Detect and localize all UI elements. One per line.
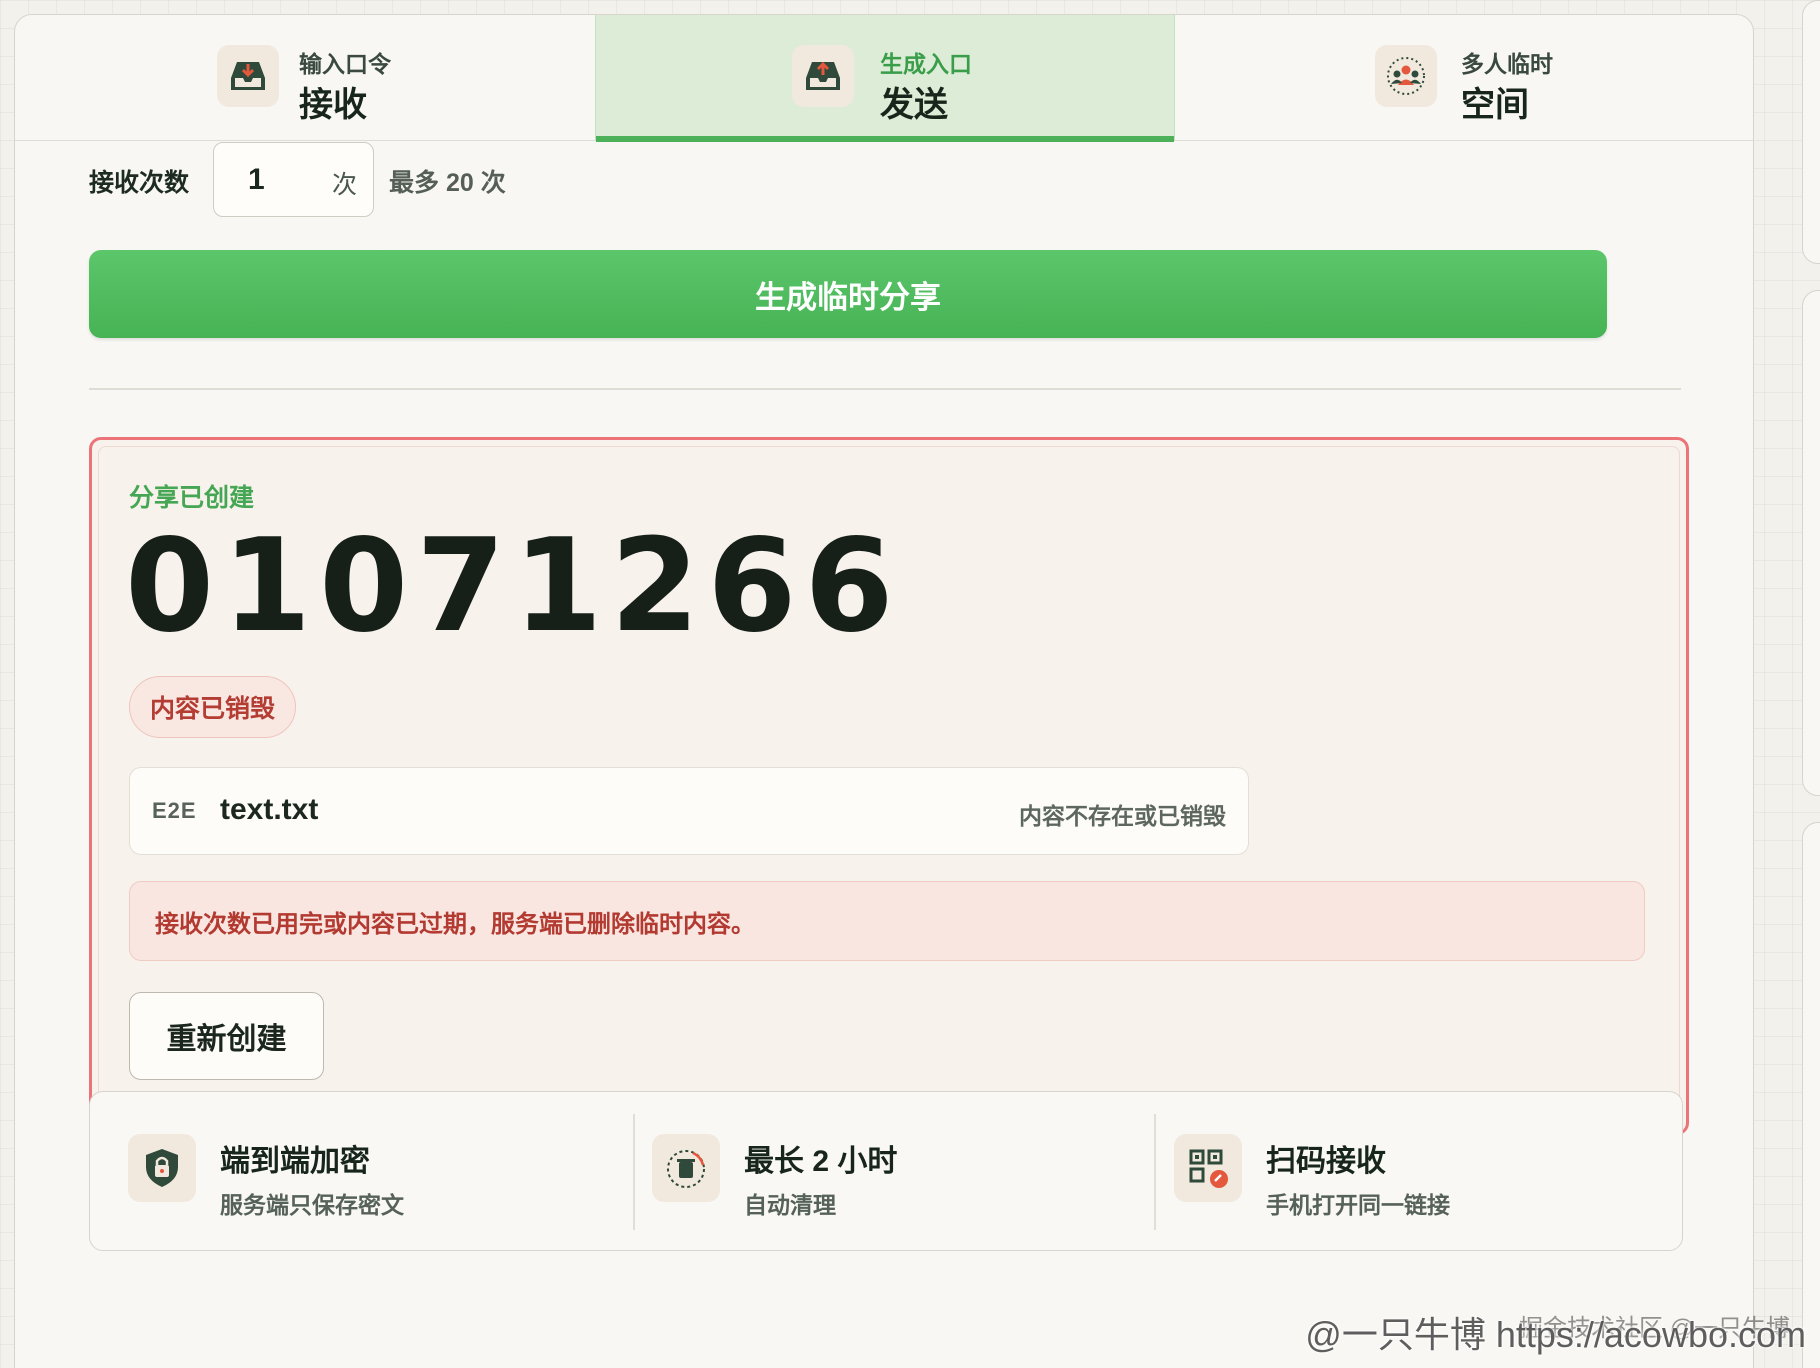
file-status: 内容不存在或已销毁: [1019, 803, 1226, 829]
shield-lock-icon: [128, 1134, 196, 1202]
side-card-2: [1802, 290, 1820, 796]
share-code: 01071266: [125, 512, 902, 661]
share-result-card: 分享已创建 01071266 内容已销毁 E2E text.txt 内容不存在或…: [89, 437, 1689, 1135]
feature-expire-title: 最长 2 小时: [744, 1145, 898, 1178]
watermark: @一只牛博 https://acowbo.com: [1305, 1314, 1806, 1355]
trash-timer-icon: [652, 1134, 720, 1202]
feature-expire: 最长 2 小时 自动清理: [614, 1092, 1134, 1252]
tab-send-title: 发送: [880, 86, 948, 124]
feature-scan-title: 扫码接收: [1266, 1145, 1386, 1178]
group-icon: [1375, 45, 1437, 107]
expired-alert: 接收次数已用完或内容已过期，服务端已删除临时内容。: [129, 881, 1645, 961]
feature-bar: 端到端加密 服务端只保存密文 最长 2 小时 自动清理 扫码接收 手机打开同一链…: [89, 1091, 1683, 1251]
tab-receive-title: 接收: [299, 86, 367, 124]
feature-e2e-title: 端到端加密: [220, 1145, 370, 1178]
share-panel: 输入口令 接收 生成入口 发送 多人临时 空间 接收次数 1 次 最多 20 次…: [14, 14, 1754, 1368]
mode-tabs: 输入口令 接收 生成入口 发送 多人临时 空间: [15, 15, 1753, 142]
tab-receive-caption: 输入口令: [299, 51, 391, 77]
feature-scan: 扫码接收 手机打开同一链接: [1136, 1092, 1676, 1252]
side-card-1: [1802, 0, 1820, 264]
recreate-button[interactable]: 重新创建: [129, 992, 324, 1080]
file-name: text.txt: [220, 793, 319, 826]
receive-count-label: 接收次数: [89, 169, 190, 197]
feature-expire-sub: 自动清理: [744, 1192, 836, 1218]
feature-e2e: 端到端加密 服务端只保存密文: [90, 1092, 610, 1252]
tab-send[interactable]: 生成入口 发送: [595, 15, 1175, 142]
tab-space-caption: 多人临时: [1461, 51, 1553, 77]
tab-space-title: 空间: [1461, 86, 1529, 124]
file-row: E2E text.txt 内容不存在或已销毁: [129, 767, 1249, 855]
e2e-tag: E2E: [152, 798, 197, 823]
feature-e2e-sub: 服务端只保存密文: [220, 1192, 404, 1218]
qr-code-icon: [1174, 1134, 1242, 1202]
generate-share-button[interactable]: 生成临时分享: [89, 250, 1607, 338]
feature-scan-sub: 手机打开同一链接: [1266, 1192, 1450, 1218]
inbox-upload-icon: [792, 45, 854, 107]
receive-count-input[interactable]: 1 次: [213, 142, 374, 217]
divider: [89, 388, 1681, 390]
tab-space[interactable]: 多人临时 空间: [1175, 15, 1753, 141]
tab-receive[interactable]: 输入口令 接收: [15, 15, 595, 141]
share-status: 分享已创建: [129, 484, 255, 512]
receive-count-unit: 次: [331, 171, 357, 199]
receive-count-max: 最多 20 次: [389, 169, 506, 197]
destroyed-badge: 内容已销毁: [129, 676, 297, 738]
receive-count-value[interactable]: 1: [248, 163, 265, 197]
side-card-3: [1802, 822, 1820, 1368]
inbox-download-icon: [217, 45, 279, 107]
tab-send-caption: 生成入口: [880, 51, 972, 77]
